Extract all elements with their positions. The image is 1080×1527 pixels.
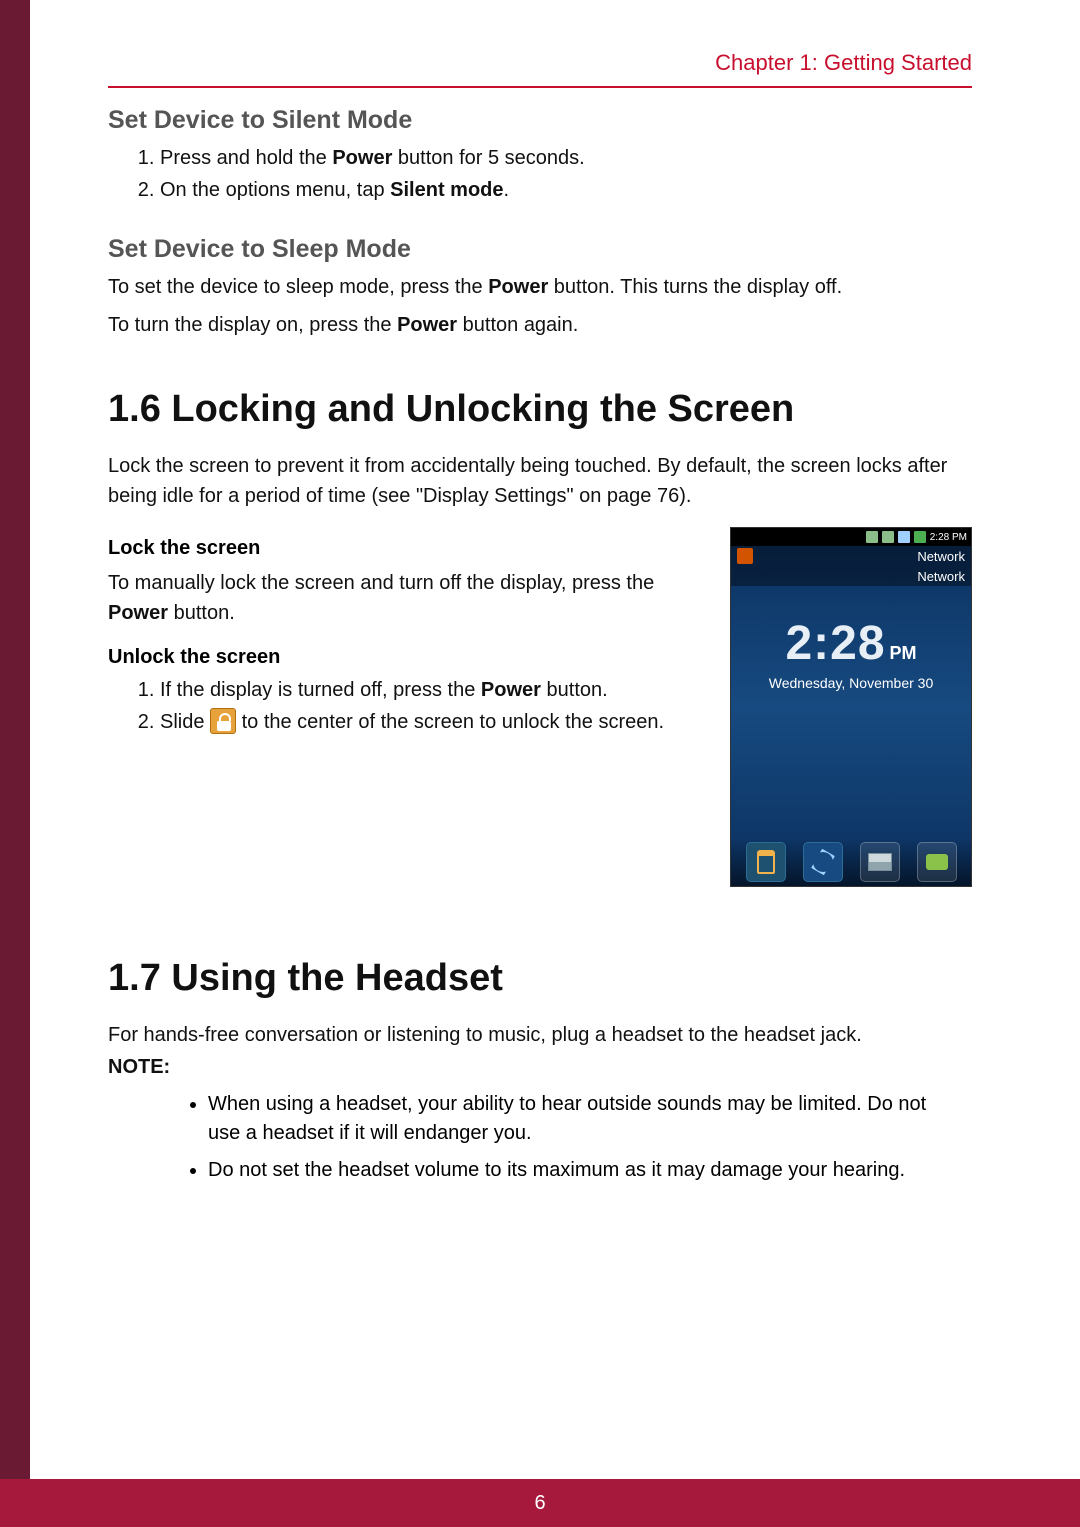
section-1-7-title: 1.7 Using the Headset (108, 957, 972, 1000)
dock-lock-icon[interactable] (746, 842, 786, 882)
text: To set the device to sleep mode, press t… (108, 276, 488, 298)
unlock-step-1: If the display is turned off, press the … (160, 675, 706, 705)
lock-text: To manually lock the screen and turn off… (108, 568, 706, 628)
text: Slide (160, 711, 210, 733)
sleep-mode-heading: Set Device to Sleep Mode (108, 235, 972, 264)
bold: Power (108, 602, 168, 624)
text: If the display is turned off, press the (160, 679, 481, 701)
bold: Power (481, 679, 541, 701)
unlock-step-2: Slide to the center of the screen to unl… (160, 707, 706, 737)
notification-row: Network (731, 566, 971, 586)
clock-date: Wednesday, November 30 (731, 675, 971, 691)
section-1-6-left: Lock the screen To manually lock the scr… (108, 527, 706, 887)
text: button. (541, 679, 608, 701)
unlock-steps: If the display is turned off, press the … (160, 675, 706, 737)
text: button again. (457, 314, 578, 336)
text: button for 5 seconds. (392, 147, 584, 169)
sleep-p2: To turn the display on, press the Power … (108, 310, 972, 340)
section-1-7-p1: For hands-free conversation or listening… (108, 1020, 972, 1050)
lockscreen-dock (731, 838, 971, 886)
bold: Power (488, 276, 548, 298)
text: button. (168, 602, 235, 624)
chapter-header: Chapter 1: Getting Started (108, 50, 972, 88)
notification-text: Network (917, 549, 965, 564)
text: to the center of the screen to unlock th… (236, 711, 664, 733)
notification-icon (737, 548, 753, 564)
silent-step-1: Press and hold the Power button for 5 se… (160, 143, 972, 173)
bold: Power (332, 147, 392, 169)
status-time: 2:28 PM (930, 532, 967, 543)
silent-mode-heading: Set Device to Silent Mode (108, 106, 972, 135)
unlock-subhead: Unlock the screen (108, 646, 706, 669)
status-bar: 2:28 PM (731, 528, 971, 546)
dock-phone-icon[interactable] (803, 842, 843, 882)
text: . (504, 179, 510, 201)
signal-icon (866, 531, 878, 543)
bold: Power (397, 314, 457, 336)
phone-screenshot: 2:28 PM Network Network 2:28PM Wednesday… (730, 527, 972, 887)
page-number: 6 (534, 1492, 545, 1514)
clock-time: 2:28 (785, 616, 885, 671)
text: To turn the display on, press the (108, 314, 397, 336)
text: On the options menu, tap (160, 179, 390, 201)
lockscreen-clock: 2:28PM Wednesday, November 30 (731, 616, 971, 691)
signal-icon (882, 531, 894, 543)
lock-subhead: Lock the screen (108, 537, 706, 560)
section-1-6-title: 1.6 Locking and Unlocking the Screen (108, 388, 972, 431)
dock-gallery-icon[interactable] (860, 842, 900, 882)
text: To manually lock the screen and turn off… (108, 572, 654, 594)
bold: Silent mode (390, 179, 503, 201)
note-bullet-2: Do not set the headset volume to its max… (208, 1156, 972, 1185)
note-bullets: When using a headset, your ability to he… (208, 1090, 972, 1185)
signal-icon (898, 531, 910, 543)
sleep-p1: To set the device to sleep mode, press t… (108, 272, 972, 302)
note-label: NOTE: (108, 1056, 170, 1078)
notification-text: Network (917, 569, 965, 584)
text: button. This turns the display off. (548, 276, 842, 298)
text: Press and hold the (160, 147, 332, 169)
side-strip (0, 0, 30, 1479)
lock-icon (210, 708, 236, 734)
note-bullet-1: When using a headset, your ability to he… (208, 1090, 972, 1148)
section-1-6-intro: Lock the screen to prevent it from accid… (108, 451, 972, 511)
silent-step-2: On the options menu, tap Silent mode. (160, 175, 972, 205)
dock-message-icon[interactable] (917, 842, 957, 882)
clock-ampm: PM (890, 643, 917, 663)
page-content: Chapter 1: Getting Started Set Device to… (0, 0, 1080, 1185)
battery-icon (914, 531, 926, 543)
notification-row: Network (731, 546, 971, 566)
silent-mode-steps: Press and hold the Power button for 5 se… (160, 143, 972, 205)
footer-bar: 6 (0, 1479, 1080, 1527)
